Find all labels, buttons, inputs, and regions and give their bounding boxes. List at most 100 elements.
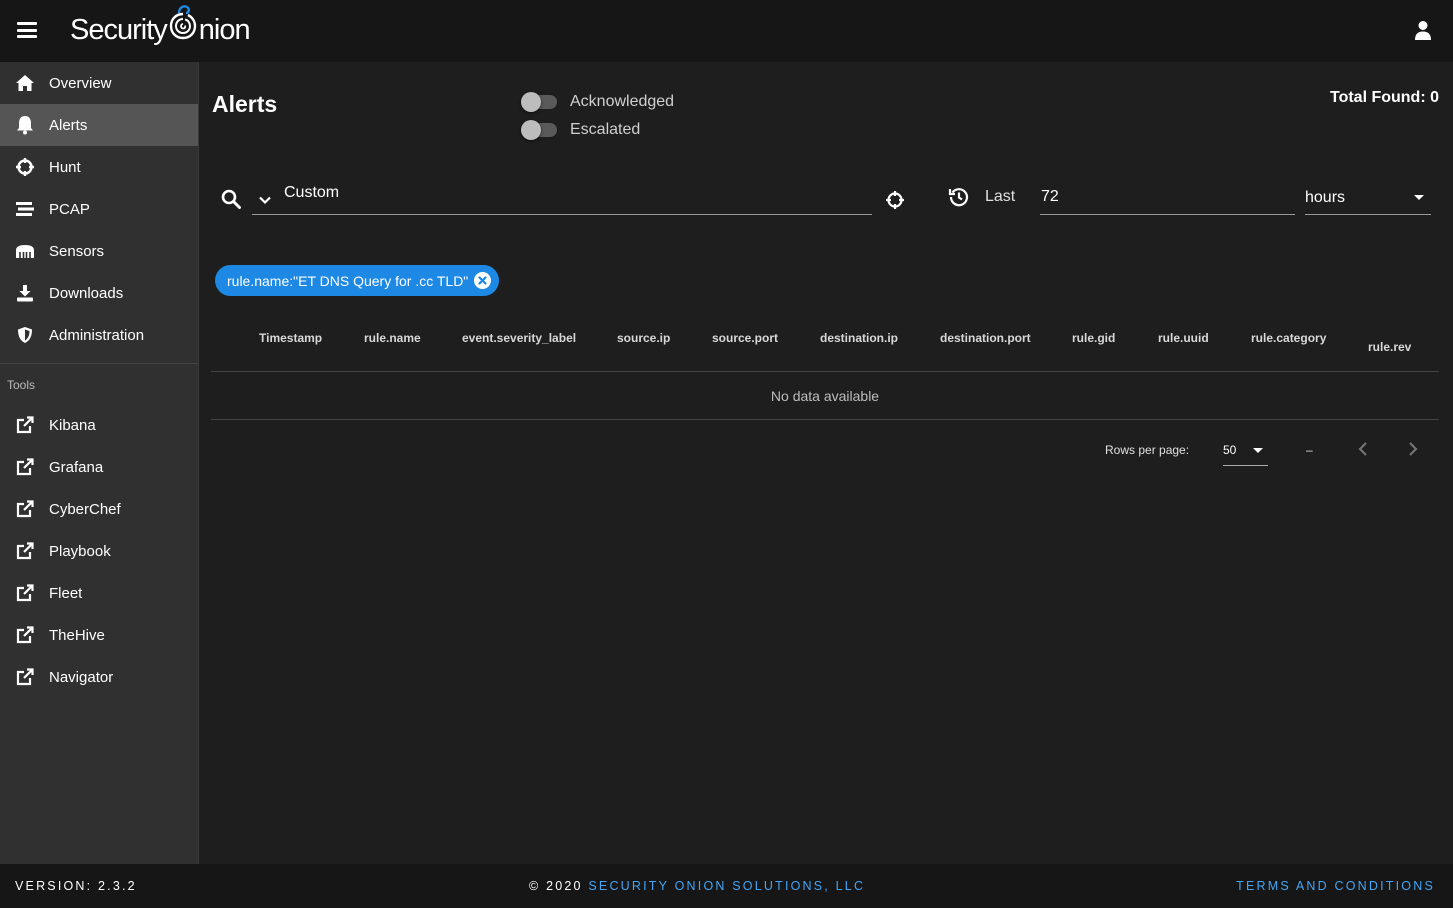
close-circle-icon[interactable]	[474, 272, 492, 289]
caret-down-icon	[1253, 448, 1263, 453]
time-amount-field[interactable]	[1040, 182, 1295, 215]
history-icon[interactable]	[948, 186, 970, 208]
external-link-icon	[15, 667, 35, 687]
sidebar-item-label: Fleet	[49, 584, 83, 602]
column-header-destination-port[interactable]: destination.port	[940, 331, 1031, 345]
column-header-timestamp[interactable]: Timestamp	[259, 331, 322, 345]
sidebar-item-hunt[interactable]: Hunt	[0, 146, 198, 188]
total-found: Total Found: 0	[1329, 89, 1439, 106]
acknowledged-label: Acknowledged	[570, 93, 675, 110]
sidebar-item-fleet[interactable]: Fleet	[0, 572, 198, 614]
sidebar-item-label: Navigator	[49, 668, 114, 686]
acknowledged-toggle[interactable]: Acknowledged	[521, 92, 675, 112]
sidebar-item-pcap[interactable]: PCAP	[0, 188, 198, 230]
terms-link[interactable]: TERMS AND CONDITIONS	[1236, 879, 1435, 893]
sidebar-item-label: Sensors	[49, 242, 105, 260]
column-header-rule-name[interactable]: rule.name	[364, 331, 421, 345]
sidebar-item-kibana[interactable]: Kibana	[0, 404, 198, 446]
tools-header: Tools	[7, 378, 36, 392]
chevron-left-icon	[1358, 442, 1367, 456]
time-amount-input[interactable]	[1041, 188, 1281, 206]
sidebar-item-overview[interactable]: Overview	[0, 62, 198, 104]
page-range: –	[1306, 443, 1313, 457]
external-link-icon	[15, 583, 35, 603]
chevron-right-icon	[1409, 442, 1418, 456]
time-unit-value: hours	[1305, 189, 1346, 206]
sidebar-item-thehive[interactable]: TheHive	[0, 614, 198, 656]
menu-icon[interactable]	[17, 22, 37, 38]
toggle-thumb[interactable]	[521, 120, 541, 140]
external-link-icon	[15, 499, 35, 519]
sidebar-item-sensors[interactable]: Sensors	[0, 230, 198, 272]
time-unit-select[interactable]: hours	[1305, 182, 1431, 215]
network-wired-icon	[15, 241, 35, 261]
app-bar: Security nion	[0, 0, 1453, 62]
sidebar-item-label: TheHive	[49, 626, 105, 644]
crosshairs-icon[interactable]	[885, 190, 905, 210]
sidebar-item-label: Downloads	[49, 284, 124, 302]
copyright: © 2020 SECURITY ONION SOLUTIONS, LLC	[529, 879, 865, 893]
external-link-icon	[15, 457, 35, 477]
sidebar-item-alerts[interactable]: Alerts	[0, 104, 198, 146]
sidebar-item-navigator[interactable]: Navigator	[0, 656, 198, 698]
logo-text-left: Security	[70, 13, 168, 46]
external-link-icon	[15, 415, 35, 435]
column-header-rule-rev[interactable]: rule.rev	[1368, 340, 1411, 354]
logo-text-right: nion	[198, 13, 251, 46]
onion-logo-icon	[168, 5, 198, 45]
previous-page-button[interactable]	[1351, 437, 1375, 461]
sidebar-item-label: Alerts	[49, 116, 88, 134]
sidebar-item-label: Administration	[49, 326, 145, 344]
home-icon	[15, 73, 35, 93]
column-header-rule-gid[interactable]: rule.gid	[1072, 331, 1115, 345]
version-label: VERSION: 2.3.2	[15, 879, 137, 893]
copyright-prefix: © 2020	[529, 879, 589, 893]
sidebar-item-label: CyberChef	[49, 500, 121, 518]
chevron-down-icon[interactable]	[258, 193, 272, 207]
next-page-button[interactable]	[1401, 437, 1425, 461]
sidebar-item-administration[interactable]: Administration	[0, 314, 198, 356]
query-select[interactable]	[252, 180, 872, 215]
main-content: Alerts Acknowledged Escalated Total Foun…	[200, 62, 1453, 864]
column-header-rule-uuid[interactable]: rule.uuid	[1158, 331, 1209, 345]
page-footer: VERSION: 2.3.2 © 2020 SECURITY ONION SOL…	[0, 864, 1453, 908]
rows-per-page-value: 50	[1223, 443, 1237, 457]
shield-icon	[15, 325, 35, 345]
escalated-toggle[interactable]: Escalated	[521, 120, 641, 140]
company-link[interactable]: SECURITY ONION SOLUTIONS, LLC	[588, 879, 865, 893]
column-header-source-ip[interactable]: source.ip	[617, 331, 670, 345]
filter-chip-label: rule.name:"ET DNS Query for .cc TLD"	[227, 272, 469, 289]
sidebar-item-grafana[interactable]: Grafana	[0, 446, 198, 488]
external-link-icon	[15, 625, 35, 645]
rows-per-page-select[interactable]: 50	[1223, 436, 1268, 466]
sidebar-item-cyberchef[interactable]: CyberChef	[0, 488, 198, 530]
page-title: Alerts	[212, 91, 278, 117]
column-header-source-port[interactable]: source.port	[712, 331, 778, 345]
bell-icon	[15, 115, 35, 135]
sidebar-item-downloads[interactable]: Downloads	[0, 272, 198, 314]
query-input[interactable]	[284, 184, 864, 202]
user-icon[interactable]	[1413, 20, 1433, 40]
sidebar-item-label: Hunt	[49, 158, 81, 176]
sidebar-item-playbook[interactable]: Playbook	[0, 530, 198, 572]
column-header-severity[interactable]: event.severity_label	[462, 331, 576, 345]
table-pagination: Rows per page: 50 –	[211, 420, 1439, 480]
table-header: Timestamp rule.name event.severity_label…	[211, 314, 1439, 372]
toggle-track[interactable]	[521, 92, 557, 112]
toggle-track[interactable]	[521, 120, 557, 140]
search-icon[interactable]	[221, 189, 241, 209]
sidebar-item-label: Overview	[49, 74, 112, 92]
security-onion-logo[interactable]: Security nion	[70, 5, 251, 52]
download-icon	[15, 283, 35, 303]
column-header-destination-ip[interactable]: destination.ip	[820, 331, 898, 345]
crosshairs-icon	[15, 157, 35, 177]
sidebar: Overview Alerts Hunt PCAP Sensors Downlo…	[0, 62, 199, 864]
column-header-rule-category[interactable]: rule.category	[1251, 331, 1326, 345]
stream-icon	[15, 199, 35, 219]
filter-chip[interactable]: rule.name:"ET DNS Query for .cc TLD"	[215, 265, 500, 296]
alerts-table: Timestamp rule.name event.severity_label…	[211, 314, 1439, 480]
rows-per-page-label: Rows per page:	[1105, 443, 1190, 457]
sidebar-item-label: PCAP	[49, 200, 90, 218]
escalated-label: Escalated	[570, 121, 641, 138]
toggle-thumb[interactable]	[521, 92, 541, 112]
